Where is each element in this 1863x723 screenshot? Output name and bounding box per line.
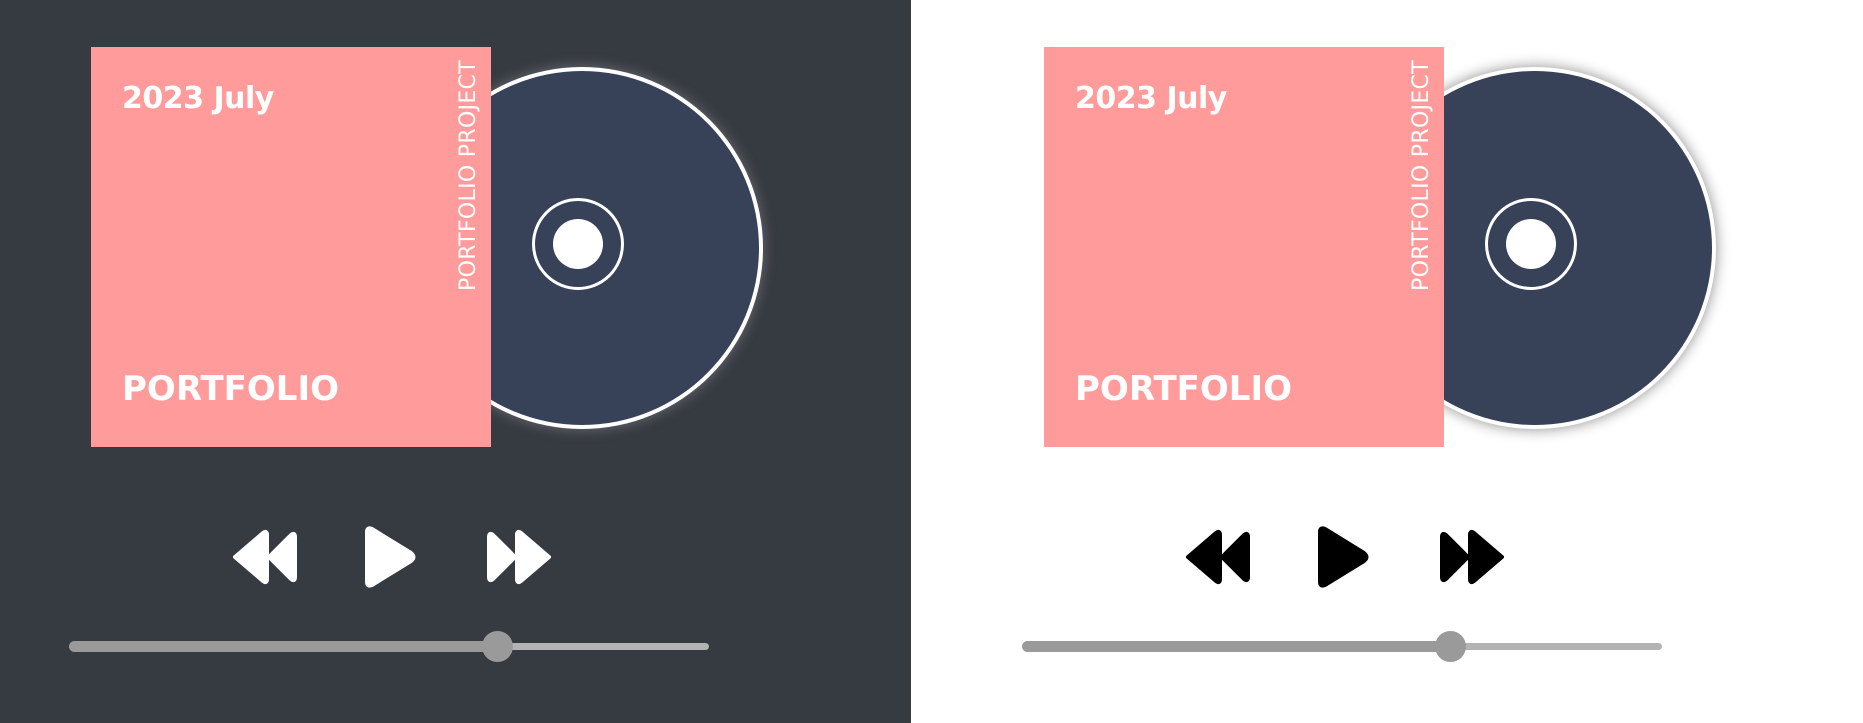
progress-slider[interactable]: [1022, 631, 1662, 662]
playback-controls: [1173, 522, 1513, 592]
fast-forward-icon: [1440, 529, 1504, 585]
album-artwork: 2023 July PORTFOLIO PORTFOLIO PROJECT: [91, 47, 763, 447]
next-button[interactable]: [1431, 522, 1511, 592]
progress-fill: [69, 641, 498, 652]
rewind-icon: [1186, 529, 1250, 585]
fast-forward-icon: [487, 529, 551, 585]
album-title: PORTFOLIO: [122, 369, 340, 409]
album-date: 2023 July: [122, 81, 274, 116]
cd-disc-hole: [1506, 219, 1556, 269]
theme-comparison: 2023 July PORTFOLIO PORTFOLIO PROJECT 20…: [0, 0, 1863, 723]
album-artwork: 2023 July PORTFOLIO PORTFOLIO PROJECT: [1044, 47, 1716, 447]
progress-thumb[interactable]: [1435, 631, 1466, 662]
play-icon: [365, 526, 416, 588]
previous-button[interactable]: [226, 522, 306, 592]
album-side-text: PORTFOLIO PROJECT: [455, 59, 481, 291]
album-cover: 2023 July PORTFOLIO PORTFOLIO PROJECT: [1044, 47, 1444, 447]
album-title: PORTFOLIO: [1075, 369, 1293, 409]
playback-controls: [220, 522, 560, 592]
rewind-icon: [233, 529, 297, 585]
light-theme-player: 2023 July PORTFOLIO PORTFOLIO PROJECT: [911, 0, 1863, 723]
play-button[interactable]: [1311, 522, 1375, 592]
album-side-text: PORTFOLIO PROJECT: [1408, 59, 1434, 291]
play-button[interactable]: [358, 522, 422, 592]
dark-theme-player: 2023 July PORTFOLIO PORTFOLIO PROJECT: [0, 0, 911, 723]
album-side-label: PORTFOLIO PROJECT: [453, 55, 483, 295]
album-cover: 2023 July PORTFOLIO PORTFOLIO PROJECT: [91, 47, 491, 447]
play-icon: [1318, 526, 1369, 588]
next-button[interactable]: [478, 522, 558, 592]
album-date: 2023 July: [1075, 81, 1227, 116]
progress-slider[interactable]: [69, 631, 709, 662]
progress-fill: [1022, 641, 1451, 652]
cd-disc-hole: [553, 219, 603, 269]
previous-button[interactable]: [1179, 522, 1259, 592]
progress-thumb[interactable]: [482, 631, 513, 662]
album-side-label: PORTFOLIO PROJECT: [1406, 55, 1436, 295]
